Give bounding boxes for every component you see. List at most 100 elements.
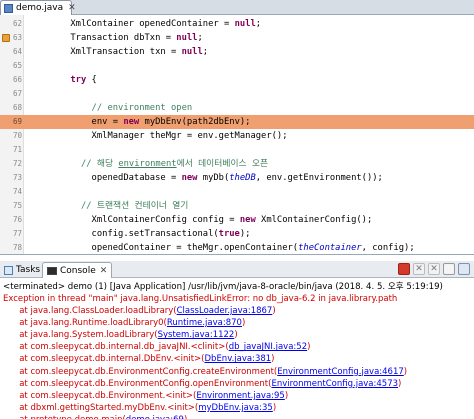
stack-frame: at com.sleepycat.db.internal.db_javaJNI.… xyxy=(3,341,407,353)
line-number: 75 xyxy=(12,201,22,210)
code-line: 70 XmlManager theMgr = env.getManager(); xyxy=(0,129,474,143)
code-line: 76 XmlContainerConfig config = new XmlCo… xyxy=(0,213,474,227)
line-number: 66 xyxy=(12,75,22,84)
tab-console[interactable]: Console ✕ xyxy=(42,262,113,278)
code-line: 67 xyxy=(0,87,474,101)
code-line: 75 // 트랜잭션 컨테이너 열기 xyxy=(0,199,474,213)
code-line: 66 try { xyxy=(0,73,474,87)
code-text: XmlContainerConfig config = new XmlConta… xyxy=(28,213,373,227)
tab-tasks-label: Tasks xyxy=(16,265,41,275)
code-line: 72 // 해당 environment에서 데이터베이스 오픈 xyxy=(0,157,474,171)
stack-frame-text: at com.sleepycat.db.internal.db_javaJNI.… xyxy=(3,342,229,353)
stack-frame-suffix: ) xyxy=(272,402,277,413)
line-number: 78 xyxy=(12,243,22,252)
stack-frame: at java.lang.Runtime.loadLibrary0(Runtim… xyxy=(3,317,407,329)
code-token: ; xyxy=(197,33,203,43)
line-number: 63 xyxy=(12,33,22,42)
code-token: null xyxy=(234,19,256,29)
source-link[interactable]: System.java:1122 xyxy=(158,330,235,340)
code-token: environment xyxy=(118,159,177,169)
source-link[interactable]: myDbEnv.java:35 xyxy=(198,403,273,413)
source-link[interactable]: EnvironmentConfig.java:4617 xyxy=(277,367,404,377)
code-line: 64 XmlTransaction txn = null; xyxy=(0,45,474,59)
line-number: 73 xyxy=(12,173,22,182)
code-token: XmlContainer openedContainer = xyxy=(28,19,235,29)
line-number: 69 xyxy=(12,117,22,126)
line-number: 62 xyxy=(12,19,22,28)
java-file-icon xyxy=(4,3,13,13)
stack-frame: at com.sleepycat.db.EnvironmentConfig.cr… xyxy=(3,366,407,378)
stack-frame-text: at com.sleepycat.db.EnvironmentConfig.cr… xyxy=(3,366,278,377)
stack-frame: at java.lang.System.loadLibrary(System.j… xyxy=(3,329,407,341)
stack-frame-suffix: ) xyxy=(403,366,408,377)
close-icon[interactable]: ✕ xyxy=(68,3,76,13)
code-token: null xyxy=(176,33,198,43)
editor-tab-bar: demo.java ✕ xyxy=(0,0,474,15)
source-link[interactable]: demo.java:69 xyxy=(126,415,184,419)
code-token: openedDatabase = xyxy=(28,173,182,183)
code-token: XmlManager theMgr = env.getManager(); xyxy=(28,131,288,141)
code-token: ); xyxy=(239,229,251,239)
remove-all-terminated-icon[interactable]: ✕ xyxy=(428,263,440,275)
source-link[interactable]: db_javaJNI.java:52 xyxy=(229,342,307,352)
stack-frame-text: at com.sleepycat.db.Environment.<init>( xyxy=(3,390,197,401)
remove-launch-icon[interactable]: ✕ xyxy=(413,263,425,275)
editor-tab-demo-java[interactable]: demo.java ✕ xyxy=(0,0,76,15)
code-token: myDbEnv(path2dbEnv); xyxy=(139,117,251,127)
stack-frame-suffix: ) xyxy=(241,318,246,329)
code-token: true xyxy=(218,229,240,239)
code-text: // 트랜잭션 컨테이너 열기 xyxy=(28,199,188,213)
line-number: 68 xyxy=(12,103,22,112)
terminate-icon[interactable] xyxy=(398,263,410,275)
line-number: 67 xyxy=(12,89,22,98)
code-line: 77 config.setTransactional(true); xyxy=(0,227,474,241)
tab-console-label: Console xyxy=(60,265,96,276)
code-token: env = xyxy=(28,117,124,127)
console-icon xyxy=(47,266,57,275)
console-output[interactable]: <terminated> demo (1) [Java Application]… xyxy=(0,278,474,419)
code-line: 78 openedContainer = theMgr.openContaine… xyxy=(0,241,474,254)
line-number: 76 xyxy=(12,215,22,224)
source-link[interactable]: DbEnv.java:381 xyxy=(205,354,272,364)
close-icon[interactable]: ✕ xyxy=(100,266,108,276)
stack-frame: at java.lang.ClassLoader.loadLibrary(Cla… xyxy=(3,305,407,317)
stack-frame: at prototype.demo.main(demo.java:69) xyxy=(3,414,407,419)
stack-frame-suffix: ) xyxy=(284,390,289,401)
stack-frame-text: at prototype.demo.main( xyxy=(3,415,126,419)
stack-frame-text: at java.lang.System.loadLibrary( xyxy=(3,330,158,341)
line-number: 70 xyxy=(12,131,22,140)
stack-frame-text: at java.lang.ClassLoader.loadLibrary( xyxy=(3,306,177,317)
code-text: env = new myDbEnv(path2dbEnv); xyxy=(28,115,251,129)
pin-console-icon[interactable] xyxy=(458,263,470,275)
line-number: 65 xyxy=(12,61,22,70)
stack-frame-text: at dbxml.gettingStarted.myDbEnv.<init>( xyxy=(3,402,199,413)
code-token: theContainer xyxy=(298,243,362,253)
code-text: XmlContainer openedContainer = null; xyxy=(28,17,261,31)
source-link[interactable]: Runtime.java:870 xyxy=(167,318,242,328)
stack-frame-suffix: ) xyxy=(272,306,276,317)
code-token: ; xyxy=(255,19,262,29)
clear-console-icon[interactable] xyxy=(443,263,455,275)
source-link[interactable]: Environment.java:95 xyxy=(196,391,284,401)
stack-trace: Exception in thread "main" java.lang.Uns… xyxy=(3,293,407,419)
code-token: 에서 데이터베이스 오픈 xyxy=(176,159,269,169)
code-text: XmlTransaction txn = null; xyxy=(28,45,208,59)
line-number: 72 xyxy=(12,159,22,168)
stack-frame-text: at java.lang.Runtime.loadLibrary0( xyxy=(3,318,167,329)
tab-tasks[interactable]: Tasks xyxy=(0,262,44,278)
line-number: 74 xyxy=(12,187,22,196)
code-token: config.setTransactional( xyxy=(28,229,219,239)
code-token: openedContainer = theMgr.openContainer( xyxy=(28,243,299,253)
stack-frame: at com.sleepycat.db.Environment.<init>(E… xyxy=(3,390,407,402)
stack-frame-text: at com.sleepycat.db.EnvironmentConfig.op… xyxy=(3,378,272,389)
code-line-highlighted: 69 env = new myDbEnv(path2dbEnv); xyxy=(0,115,474,129)
code-line: 62 XmlContainer openedContainer = null; xyxy=(0,17,474,31)
code-line: 74 xyxy=(0,185,474,199)
source-link[interactable]: ClassLoader.java:1867 xyxy=(177,306,273,316)
code-token: , env.getEnvironment()); xyxy=(255,173,383,183)
stack-frame: at com.sleepycat.db.internal.DbEnv.<init… xyxy=(3,353,407,365)
source-link[interactable]: EnvironmentConfig.java:4573 xyxy=(271,379,398,389)
code-token: new xyxy=(123,117,140,127)
code-editor[interactable]: 62 XmlContainer openedContainer = null; 6… xyxy=(0,15,474,255)
